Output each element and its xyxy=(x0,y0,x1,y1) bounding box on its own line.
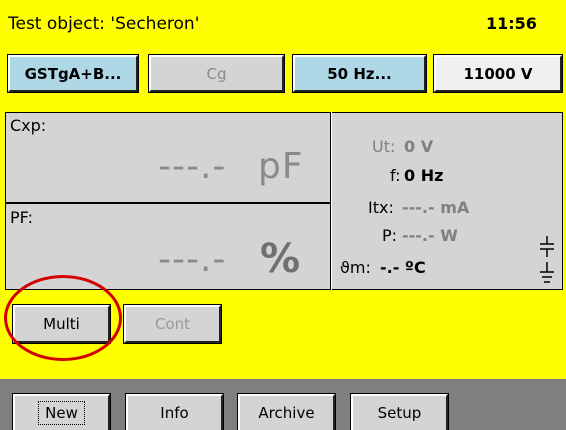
p-value: ---.- W xyxy=(402,226,458,245)
cont-button[interactable]: Cont xyxy=(123,304,222,344)
f-value: 0 Hz xyxy=(404,166,444,185)
itx-value: ---.- mA xyxy=(402,198,470,217)
f-label: f: xyxy=(390,166,401,185)
temperature-label: ϑm: xyxy=(340,258,371,277)
cxp-label: Cxp: xyxy=(10,116,47,135)
archive-button[interactable]: Archive xyxy=(237,393,336,430)
new-button-label: New xyxy=(38,401,85,425)
pf-label: PF: xyxy=(10,208,33,227)
setup-button[interactable]: Setup xyxy=(350,393,449,430)
ut-value: 0 V xyxy=(404,137,434,156)
clock: 11:56 xyxy=(486,14,537,33)
pf-unit: % xyxy=(260,236,301,282)
cg-button[interactable]: Cg xyxy=(148,54,285,93)
capacitor-icon xyxy=(540,236,554,257)
cxp-value: ---.- xyxy=(158,146,227,187)
temperature-value: -.- ºC xyxy=(380,258,426,277)
page-title: Test object: 'Secheron' xyxy=(8,14,200,34)
info-button[interactable]: Info xyxy=(125,393,224,430)
voltage-button[interactable]: 11000 V xyxy=(433,54,563,93)
ut-label: Ut: xyxy=(372,137,396,156)
measurement-mode-button[interactable]: GSTgA+B... xyxy=(7,54,139,93)
p-label: P: xyxy=(382,226,398,245)
new-button[interactable]: New xyxy=(12,393,111,430)
itx-label: Itx: xyxy=(368,198,394,217)
panel-divider xyxy=(330,112,332,290)
ground-icon xyxy=(540,262,554,283)
highlight-circle xyxy=(4,275,122,361)
pf-value: ---.- xyxy=(158,239,227,280)
frequency-button[interactable]: 50 Hz... xyxy=(292,54,427,93)
cxp-unit: pF xyxy=(258,146,304,187)
